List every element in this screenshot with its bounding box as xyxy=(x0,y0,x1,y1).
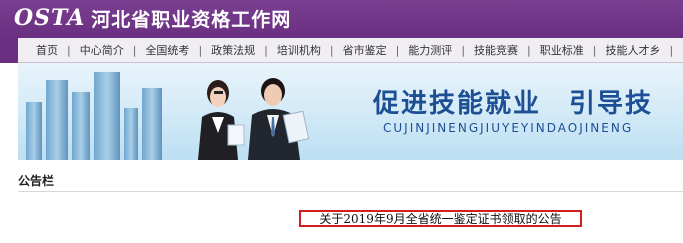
notice-board-title: 公告栏 xyxy=(18,174,55,188)
nav-item[interactable]: 省市鉴定 xyxy=(343,42,387,58)
notice-link[interactable]: 关于2019年9月全省统一鉴定证书领取的公告 xyxy=(319,210,561,227)
nav-separator: | xyxy=(395,43,400,57)
nav-item[interactable]: 政策法规 xyxy=(211,42,255,58)
nav-separator: | xyxy=(592,43,597,57)
nav-separator: | xyxy=(67,43,71,57)
site-logo[interactable]: OSTA 河北省职业资格工作网 xyxy=(14,4,291,32)
osta-logo: OSTA xyxy=(14,5,86,31)
nav-item[interactable]: 首页 xyxy=(36,42,58,58)
section-divider xyxy=(18,191,683,192)
banner-building xyxy=(72,92,90,160)
nav-item[interactable]: 培训机构 xyxy=(277,42,321,58)
nav-item[interactable]: 全国统考 xyxy=(145,42,189,58)
banner-building xyxy=(26,102,42,160)
nav-separator: | xyxy=(264,43,268,57)
nav-left-strip xyxy=(0,38,18,63)
nav-item[interactable]: 职业标准 xyxy=(540,42,584,58)
nav-separator: | xyxy=(527,43,531,57)
nav-separator: | xyxy=(198,43,203,57)
nav-separator: | xyxy=(132,43,137,57)
site-title: 河北省职业资格工作网 xyxy=(91,8,292,31)
nav-item[interactable]: 能力测评 xyxy=(408,42,452,58)
banner-building xyxy=(94,72,120,160)
banner-slogan-pinyin: CUJINJINENGJIUYEYINDAOJINENG xyxy=(383,121,634,135)
banner-slogan: 促进技能就业 引导技 xyxy=(373,89,654,119)
banner: 促进技能就业 引导技 CUJINJINENGJIUYEYINDAOJINENG xyxy=(18,63,683,160)
nav-separator: | xyxy=(669,43,674,57)
banner-building xyxy=(142,88,162,160)
nav-item[interactable]: 技能人才乡 xyxy=(605,42,660,58)
nav-item[interactable]: 中心简介 xyxy=(80,42,124,58)
nav-separator: | xyxy=(461,43,466,57)
main-nav: 首页 | 中心简介 | 全国统考 | 政策法规 | 培训机构 | 省市鉴定 | 能力测评 | 技能竞赛 | 职业… xyxy=(18,38,683,63)
site-header: OSTA 河北省职业资格工作网 xyxy=(0,0,683,38)
banner-building xyxy=(124,108,138,160)
banner-people-image xyxy=(198,78,310,160)
banner-building xyxy=(46,80,68,160)
highlighted-notice: 关于2019年9月全省统一鉴定证书领取的公告 xyxy=(299,210,582,227)
nav-separator: | xyxy=(329,43,334,57)
nav-item[interactable]: 技能竞赛 xyxy=(474,42,518,58)
